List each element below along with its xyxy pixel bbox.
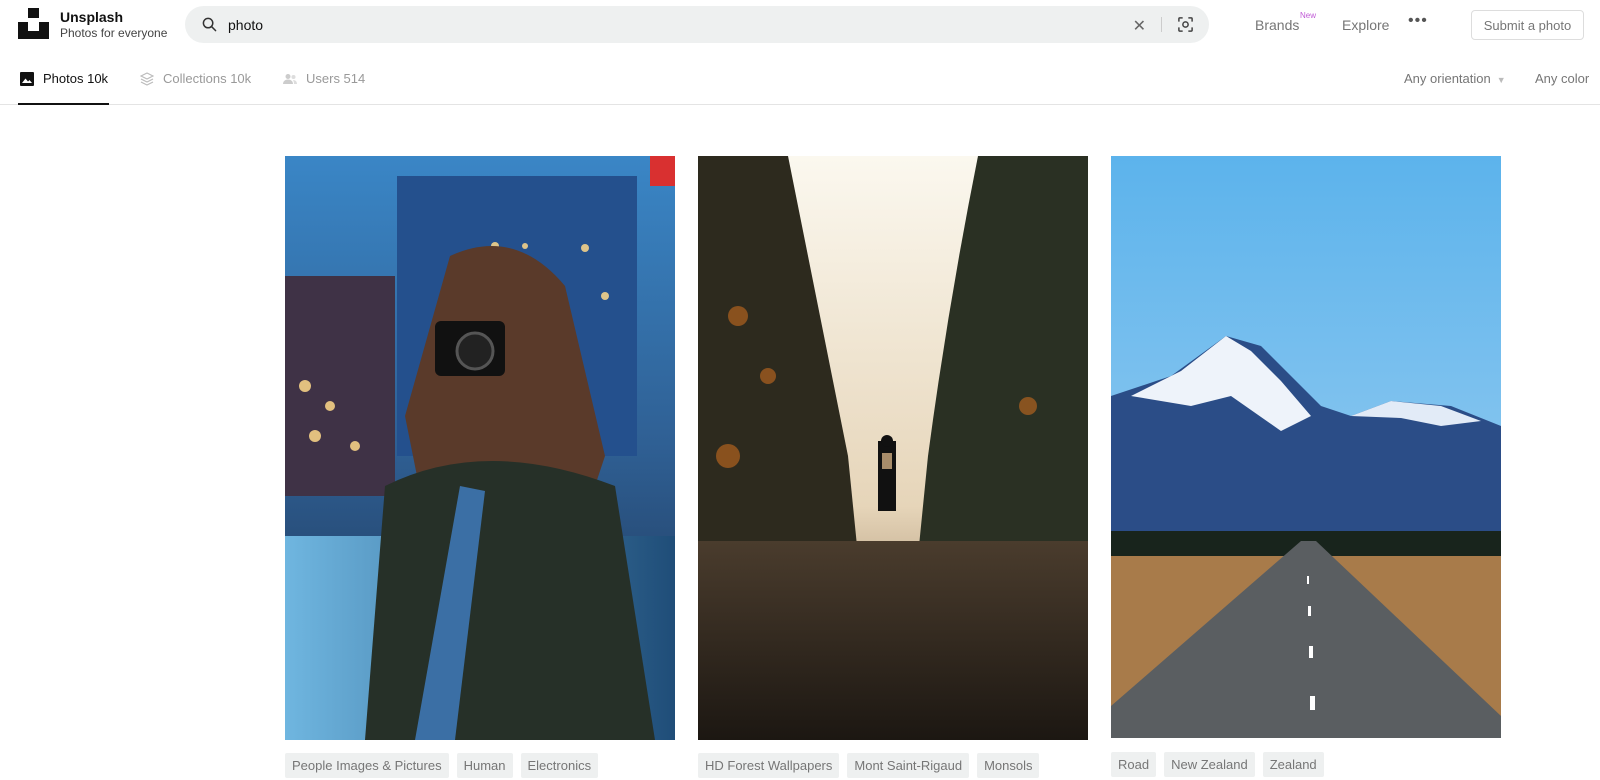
- tab-users-label: Users 514: [306, 71, 366, 86]
- search-divider: [1161, 17, 1162, 32]
- submit-photo-button[interactable]: Submit a photo: [1471, 10, 1584, 40]
- nav-brands-link[interactable]: Brands: [1255, 17, 1299, 33]
- nav-explore-link[interactable]: Explore: [1342, 17, 1389, 33]
- photo-card[interactable]: [698, 156, 1088, 740]
- unsplash-logo-icon[interactable]: [18, 8, 49, 39]
- photo-woman-camera: [285, 156, 675, 740]
- brand-name: Unsplash: [60, 9, 124, 25]
- photo-card[interactable]: [1111, 156, 1501, 738]
- tag-chip[interactable]: Mont Saint-Rigaud: [847, 753, 970, 778]
- tag-chip[interactable]: People Images & Pictures: [285, 753, 449, 778]
- tag-chip[interactable]: New Zealand: [1164, 752, 1255, 777]
- color-filter[interactable]: Any color: [1535, 71, 1589, 86]
- search-result-tabs: Photos 10k Collections 10k Users 514 Any…: [0, 52, 1600, 105]
- tab-photos[interactable]: Photos 10k: [20, 71, 108, 86]
- top-navbar: Unsplash Photos for everyone photo ✕ Bra…: [0, 0, 1600, 50]
- active-tab-indicator: [18, 103, 109, 105]
- chevron-down-icon: ▼: [1496, 75, 1506, 85]
- photo-tags: Road New Zealand Zealand: [1111, 752, 1324, 777]
- photo-card[interactable]: [285, 156, 675, 740]
- users-icon: [283, 73, 297, 84]
- tag-chip[interactable]: Zealand: [1262, 752, 1324, 777]
- photo-forest-road: [698, 156, 1088, 740]
- clear-search-icon[interactable]: ✕: [1133, 16, 1146, 36]
- brand[interactable]: Unsplash Photos for everyone: [60, 9, 167, 40]
- more-menu-icon[interactable]: •••: [1408, 12, 1428, 30]
- tab-collections-label: Collections 10k: [163, 71, 252, 86]
- search-input[interactable]: photo: [228, 17, 263, 33]
- brand-tagline: Photos for everyone: [60, 26, 168, 40]
- tag-chip[interactable]: Monsols: [977, 753, 1040, 778]
- image-icon: [20, 71, 34, 86]
- tag-chip[interactable]: Human: [456, 753, 513, 778]
- new-badge: New: [1300, 11, 1317, 20]
- tab-photos-label: Photos 10k: [43, 71, 109, 86]
- tag-chip[interactable]: Road: [1111, 752, 1157, 777]
- search-bar: photo ✕: [185, 6, 1209, 43]
- search-icon[interactable]: [202, 17, 217, 32]
- orientation-filter-label: Any orientation: [1404, 71, 1491, 86]
- photo-tags: People Images & Pictures Human Electroni…: [285, 753, 599, 778]
- orientation-filter[interactable]: Any orientation ▼: [1404, 71, 1506, 86]
- color-filter-label: Any color: [1535, 71, 1590, 86]
- tag-chip[interactable]: HD Forest Wallpapers: [698, 753, 840, 778]
- collections-icon: [140, 71, 154, 86]
- visual-search-icon[interactable]: [1177, 16, 1194, 33]
- tab-users[interactable]: Users 514: [283, 71, 365, 86]
- photo-mountain-road: [1111, 156, 1501, 738]
- tag-chip[interactable]: Electronics: [520, 753, 599, 778]
- tab-collections[interactable]: Collections 10k: [140, 71, 251, 86]
- photo-tags: HD Forest Wallpapers Mont Saint-Rigaud M…: [698, 753, 1040, 778]
